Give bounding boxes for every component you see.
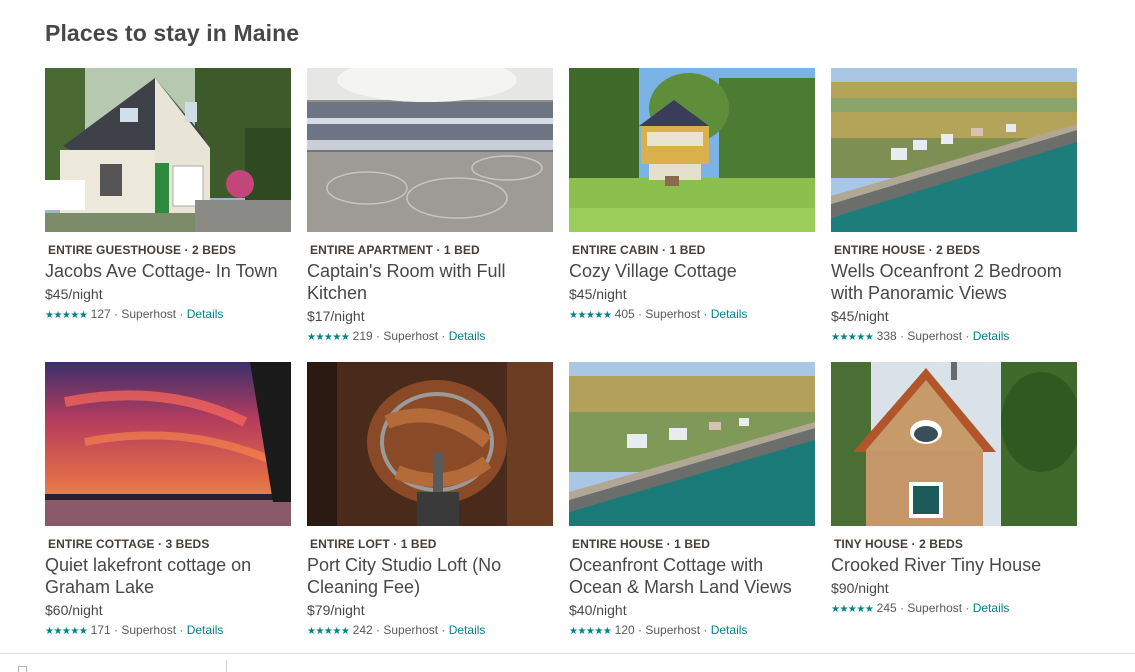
listing-meta: ★★★★★ 405 · Superhost · Details: [569, 307, 748, 321]
review-count: 405: [614, 307, 635, 321]
listing-photo-spiral-stair[interactable]: [307, 362, 553, 526]
listing-price: $90/night: [831, 580, 889, 596]
listing-title[interactable]: Captain's Room with Full Kitchen: [307, 260, 553, 304]
details-link[interactable]: Details: [449, 329, 486, 343]
star-rating-icon: ★★★★★: [831, 604, 874, 615]
review-count: 120: [614, 623, 635, 637]
listing-title[interactable]: Jacobs Ave Cottage- In Town: [45, 260, 291, 282]
star-rating-icon: ★★★★★: [307, 332, 350, 343]
listing-type: TINY HOUSE · 2 BEDS: [834, 537, 964, 551]
listing-card[interactable]: ENTIRE CABIN · 1 BED Cozy Village Cottag…: [569, 68, 815, 323]
listing-title[interactable]: Port City Studio Loft (No Cleaning Fee): [307, 554, 553, 598]
listing-price: $40/night: [569, 602, 627, 618]
page-title: Places to stay in Maine: [45, 20, 300, 46]
listing-meta: ★★★★★ 120 · Superhost · Details: [569, 623, 748, 637]
listing-title[interactable]: Quiet lakefront cottage on Graham Lake: [45, 554, 291, 598]
listing-photo-sunset-lake[interactable]: [45, 362, 291, 526]
star-rating-icon: ★★★★★: [569, 626, 612, 637]
details-link[interactable]: Details: [973, 601, 1010, 615]
listing-card[interactable]: TINY HOUSE · 2 BEDS Crooked River Tiny H…: [831, 362, 1077, 617]
star-rating-icon: ★★★★★: [307, 626, 350, 637]
listing-card[interactable]: ENTIRE APARTMENT · 1 BED Captain's Room …: [307, 68, 553, 345]
star-rating-icon: ★★★★★: [831, 332, 874, 343]
listing-title[interactable]: Crooked River Tiny House: [831, 554, 1077, 576]
superhost-badge: Superhost: [383, 329, 439, 343]
superhost-badge: Superhost: [907, 329, 963, 343]
star-rating-icon: ★★★★★: [45, 310, 88, 321]
review-count: 171: [90, 623, 111, 637]
listing-photo-guesthouse[interactable]: [45, 68, 291, 232]
listing-photo-cabin[interactable]: [569, 68, 815, 232]
details-link[interactable]: Details: [187, 307, 224, 321]
listing-card[interactable]: ENTIRE GUESTHOUSE · 2 BEDS Jacobs Ave Co…: [45, 68, 291, 323]
listing-type: ENTIRE GUESTHOUSE · 2 BEDS: [48, 243, 236, 257]
star-rating-icon: ★★★★★: [45, 626, 88, 637]
listing-meta: ★★★★★ 127 · Superhost · Details: [45, 307, 224, 321]
listing-type: ENTIRE COTTAGE · 3 BEDS: [48, 537, 210, 551]
review-count: 242: [352, 623, 373, 637]
review-count: 245: [876, 601, 897, 615]
star-rating-icon: ★★★★★: [569, 310, 612, 321]
listing-type: ENTIRE CABIN · 1 BED: [572, 243, 706, 257]
details-link[interactable]: Details: [973, 329, 1010, 343]
listing-type: ENTIRE APARTMENT · 1 BED: [310, 243, 480, 257]
listing-photo-coast-aerial[interactable]: [831, 68, 1077, 232]
listing-card[interactable]: ENTIRE HOUSE · 1 BED Oceanfront Cottage …: [569, 362, 815, 639]
listing-card[interactable]: ENTIRE HOUSE · 2 BEDS Wells Oceanfront 2…: [831, 68, 1077, 345]
listing-price: $45/night: [45, 286, 103, 302]
listing-title[interactable]: Cozy Village Cottage: [569, 260, 815, 282]
details-link[interactable]: Details: [449, 623, 486, 637]
review-count: 219: [352, 329, 373, 343]
listing-price: $79/night: [307, 602, 365, 618]
details-link[interactable]: Details: [187, 623, 224, 637]
listing-meta: ★★★★★ 338 · Superhost · Details: [831, 329, 1010, 343]
listing-type: ENTIRE HOUSE · 1 BED: [572, 537, 711, 551]
listing-price: $60/night: [45, 602, 103, 618]
document-icon[interactable]: [18, 666, 27, 672]
listing-meta: ★★★★★ 245 · Superhost · Details: [831, 601, 1010, 615]
details-link[interactable]: Details: [711, 623, 748, 637]
superhost-badge: Superhost: [121, 307, 177, 321]
download-bar: [0, 653, 1135, 672]
listing-title[interactable]: Wells Oceanfront 2 Bedroom with Panorami…: [831, 260, 1077, 304]
superhost-badge: Superhost: [907, 601, 963, 615]
review-count: 127: [90, 307, 111, 321]
superhost-badge: Superhost: [383, 623, 439, 637]
listing-price: $45/night: [831, 308, 889, 324]
listing-price: $17/night: [307, 308, 365, 324]
listing-type: ENTIRE LOFT · 1 BED: [310, 537, 437, 551]
listing-card[interactable]: ENTIRE LOFT · 1 BED Port City Studio Lof…: [307, 362, 553, 639]
divider: [226, 660, 227, 672]
listing-price: $45/night: [569, 286, 627, 302]
listing-title[interactable]: Oceanfront Cottage with Ocean & Marsh La…: [569, 554, 815, 598]
superhost-badge: Superhost: [645, 307, 701, 321]
listing-meta: ★★★★★ 242 · Superhost · Details: [307, 623, 486, 637]
details-link[interactable]: Details: [711, 307, 748, 321]
listing-type: ENTIRE HOUSE · 2 BEDS: [834, 243, 981, 257]
superhost-badge: Superhost: [121, 623, 177, 637]
listing-meta: ★★★★★ 171 · Superhost · Details: [45, 623, 224, 637]
listing-card[interactable]: ENTIRE COTTAGE · 3 BEDS Quiet lakefront …: [45, 362, 291, 639]
listing-photo-tiny-house[interactable]: [831, 362, 1077, 526]
review-count: 338: [876, 329, 897, 343]
listing-photo-coast-aerial-2[interactable]: [569, 362, 815, 526]
listing-meta: ★★★★★ 219 · Superhost · Details: [307, 329, 486, 343]
listing-photo-bedspread[interactable]: [307, 68, 553, 232]
superhost-badge: Superhost: [645, 623, 701, 637]
